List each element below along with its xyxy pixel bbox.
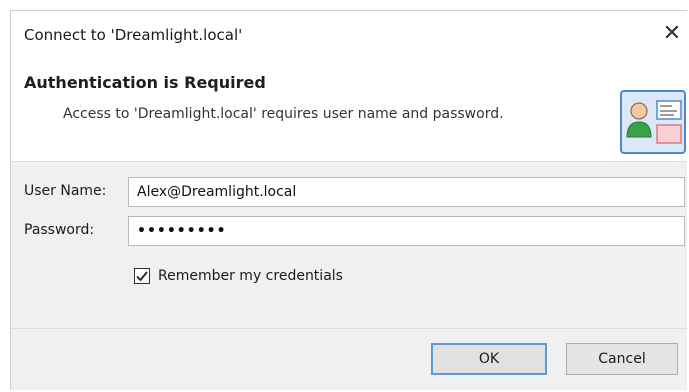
checkbox-box[interactable] [134, 268, 150, 284]
password-input[interactable]: ••••••••• [128, 216, 685, 246]
user-card-icon [617, 89, 687, 155]
cancel-button[interactable]: Cancel [566, 343, 678, 375]
username-label: User Name: [24, 183, 107, 199]
header-title: Authentication is Required [24, 73, 266, 92]
credentials-form: User Name: Password: ••••••••• Remember … [11, 162, 687, 329]
ok-button[interactable]: OK [431, 343, 547, 375]
dialog-footer: OK Cancel [11, 329, 687, 390]
close-icon[interactable]: ✕ [657, 19, 687, 49]
title-bar: Connect to 'Dreamlight.local' ✕ [11, 11, 687, 61]
remember-label: Remember my credentials [158, 268, 343, 284]
dialog-header: Authentication is Required Access to 'Dr… [11, 61, 687, 162]
password-label: Password: [24, 222, 95, 238]
header-subtitle: Access to 'Dreamlight.local' requires us… [63, 106, 504, 122]
remember-credentials-checkbox[interactable]: Remember my credentials [134, 266, 343, 286]
connect-dialog: Connect to 'Dreamlight.local' ✕ Authenti… [10, 10, 687, 390]
checkmark-icon [136, 271, 148, 282]
window-title: Connect to 'Dreamlight.local' [24, 26, 243, 44]
username-input[interactable] [128, 177, 685, 207]
